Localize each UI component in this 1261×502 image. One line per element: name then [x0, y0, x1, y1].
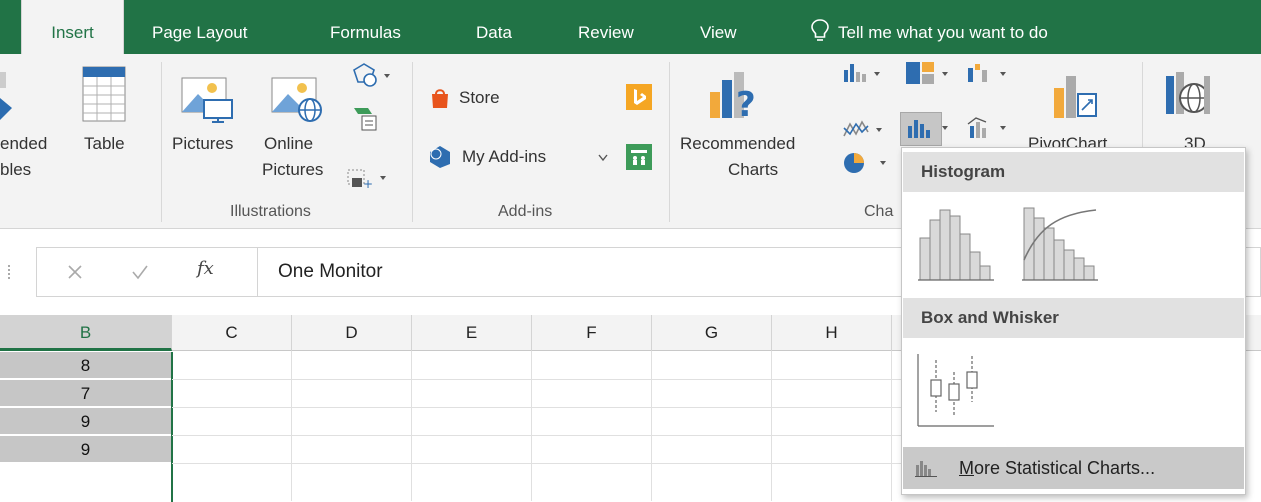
online-pictures-button-1[interactable]: Online — [264, 134, 313, 154]
more-statistical-charts-button[interactable]: More Statistical Charts... — [903, 447, 1244, 489]
online-pictures-button-2[interactable]: Pictures — [262, 160, 323, 180]
screenshot-icon[interactable]: + — [346, 166, 392, 192]
recommended-charts-icon[interactable]: ? — [708, 70, 760, 120]
statistic-chart-dropdown: Histogram Box and Whisker More Statistic… — [901, 147, 1246, 495]
ribbon-tab-bar: Insert Page Layout Formulas Data Review … — [0, 0, 1261, 54]
gridline — [651, 351, 652, 501]
cell-b[interactable]: 9 — [0, 408, 171, 435]
column-header-e[interactable]: E — [412, 315, 532, 351]
my-addins-button[interactable]: My Add-ins — [462, 147, 546, 167]
tab-review[interactable]: Review — [578, 0, 634, 54]
gridline — [531, 351, 532, 501]
pareto-chart-icon[interactable] — [1018, 200, 1102, 284]
tell-me-box[interactable]: Tell me what you want to do — [810, 0, 1048, 54]
enter-icon[interactable] — [131, 264, 149, 280]
cell-b[interactable]: 8 — [0, 352, 171, 379]
statistic-chart-icon[interactable] — [904, 116, 958, 142]
formula-bar-grip[interactable] — [8, 265, 11, 279]
cell-b[interactable]: 9 — [0, 436, 171, 463]
gridline — [172, 407, 902, 408]
gridline — [411, 351, 412, 501]
gridline — [891, 351, 892, 501]
3d-map-icon[interactable] — [1164, 70, 1212, 120]
online-pictures-icon[interactable] — [270, 76, 326, 124]
combo-chart-icon[interactable] — [966, 116, 1016, 142]
tell-me-text: Tell me what you want to do — [838, 23, 1048, 42]
tab-view[interactable]: View — [700, 0, 737, 54]
my-addins-icon[interactable] — [428, 144, 454, 170]
box-whisker-chart-icon[interactable] — [914, 350, 998, 430]
waterfall-chart-icon[interactable] — [966, 60, 1016, 86]
store-icon[interactable] — [428, 86, 452, 110]
store-button[interactable]: Store — [459, 88, 500, 108]
shapes-icon[interactable] — [350, 62, 396, 92]
box-whisker-header: Box and Whisker — [903, 298, 1244, 338]
gridline — [172, 435, 902, 436]
recommended-pivottables-icon[interactable] — [0, 70, 14, 130]
column-header-b[interactable]: B — [0, 315, 172, 351]
pivottables-label-1[interactable]: ended — [0, 134, 47, 154]
column-chart-icon[interactable] — [842, 60, 888, 86]
hierarchy-chart-icon[interactable] — [904, 60, 956, 86]
pivottables-label-2[interactable]: bles — [0, 160, 31, 180]
pie-chart-icon[interactable] — [842, 150, 898, 176]
insert-function-icon[interactable]: fx — [197, 258, 214, 279]
people-graph-icon[interactable] — [626, 144, 652, 170]
gridline — [172, 379, 902, 380]
pictures-button[interactable]: Pictures — [172, 134, 233, 154]
statistic-chart-small-icon — [915, 461, 937, 477]
recommended-charts-button-2[interactable]: Charts — [728, 160, 778, 180]
group-separator — [669, 62, 670, 222]
group-label-illustrations: Illustrations — [230, 203, 311, 220]
selection-border — [171, 352, 173, 502]
cell-b[interactable]: 7 — [0, 380, 171, 407]
recommended-charts-button-1[interactable]: Recommended — [680, 134, 795, 154]
gridline — [771, 351, 772, 501]
table-icon[interactable] — [82, 66, 126, 124]
smartart-icon[interactable] — [352, 104, 380, 134]
histogram-header: Histogram — [903, 152, 1244, 192]
group-label-addins: Add-ins — [498, 203, 553, 220]
gridline — [291, 351, 292, 501]
group-label-charts: Cha — [864, 203, 894, 220]
column-header-f[interactable]: F — [532, 315, 652, 351]
pictures-icon[interactable] — [180, 76, 236, 124]
column-header-g[interactable]: G — [652, 315, 772, 351]
svg-text:?: ? — [736, 85, 756, 120]
chevron-down-icon[interactable] — [598, 154, 608, 162]
column-header-c[interactable]: C — [172, 315, 292, 351]
lightbulb-icon — [811, 19, 829, 41]
tab-formulas[interactable]: Formulas — [330, 0, 401, 54]
tab-insert[interactable]: Insert — [21, 0, 124, 54]
more-statistical-charts-label: More Statistical Charts... — [959, 458, 1156, 478]
column-header-h[interactable]: H — [772, 315, 892, 351]
cancel-icon[interactable] — [67, 264, 83, 280]
histogram-chart-icon[interactable] — [914, 200, 998, 284]
tab-data[interactable]: Data — [476, 0, 512, 54]
formula-buttons: fx — [36, 247, 258, 297]
svg-text:+: + — [363, 177, 373, 191]
group-separator — [412, 62, 413, 222]
gridline — [172, 463, 902, 464]
line-chart-icon[interactable] — [842, 118, 898, 142]
column-header-d[interactable]: D — [292, 315, 412, 351]
tab-page-layout[interactable]: Page Layout — [152, 0, 247, 54]
pivotchart-icon[interactable] — [1052, 70, 1100, 120]
table-button[interactable]: Table — [84, 134, 125, 154]
group-separator — [161, 62, 162, 222]
bing-icon[interactable] — [626, 84, 652, 110]
